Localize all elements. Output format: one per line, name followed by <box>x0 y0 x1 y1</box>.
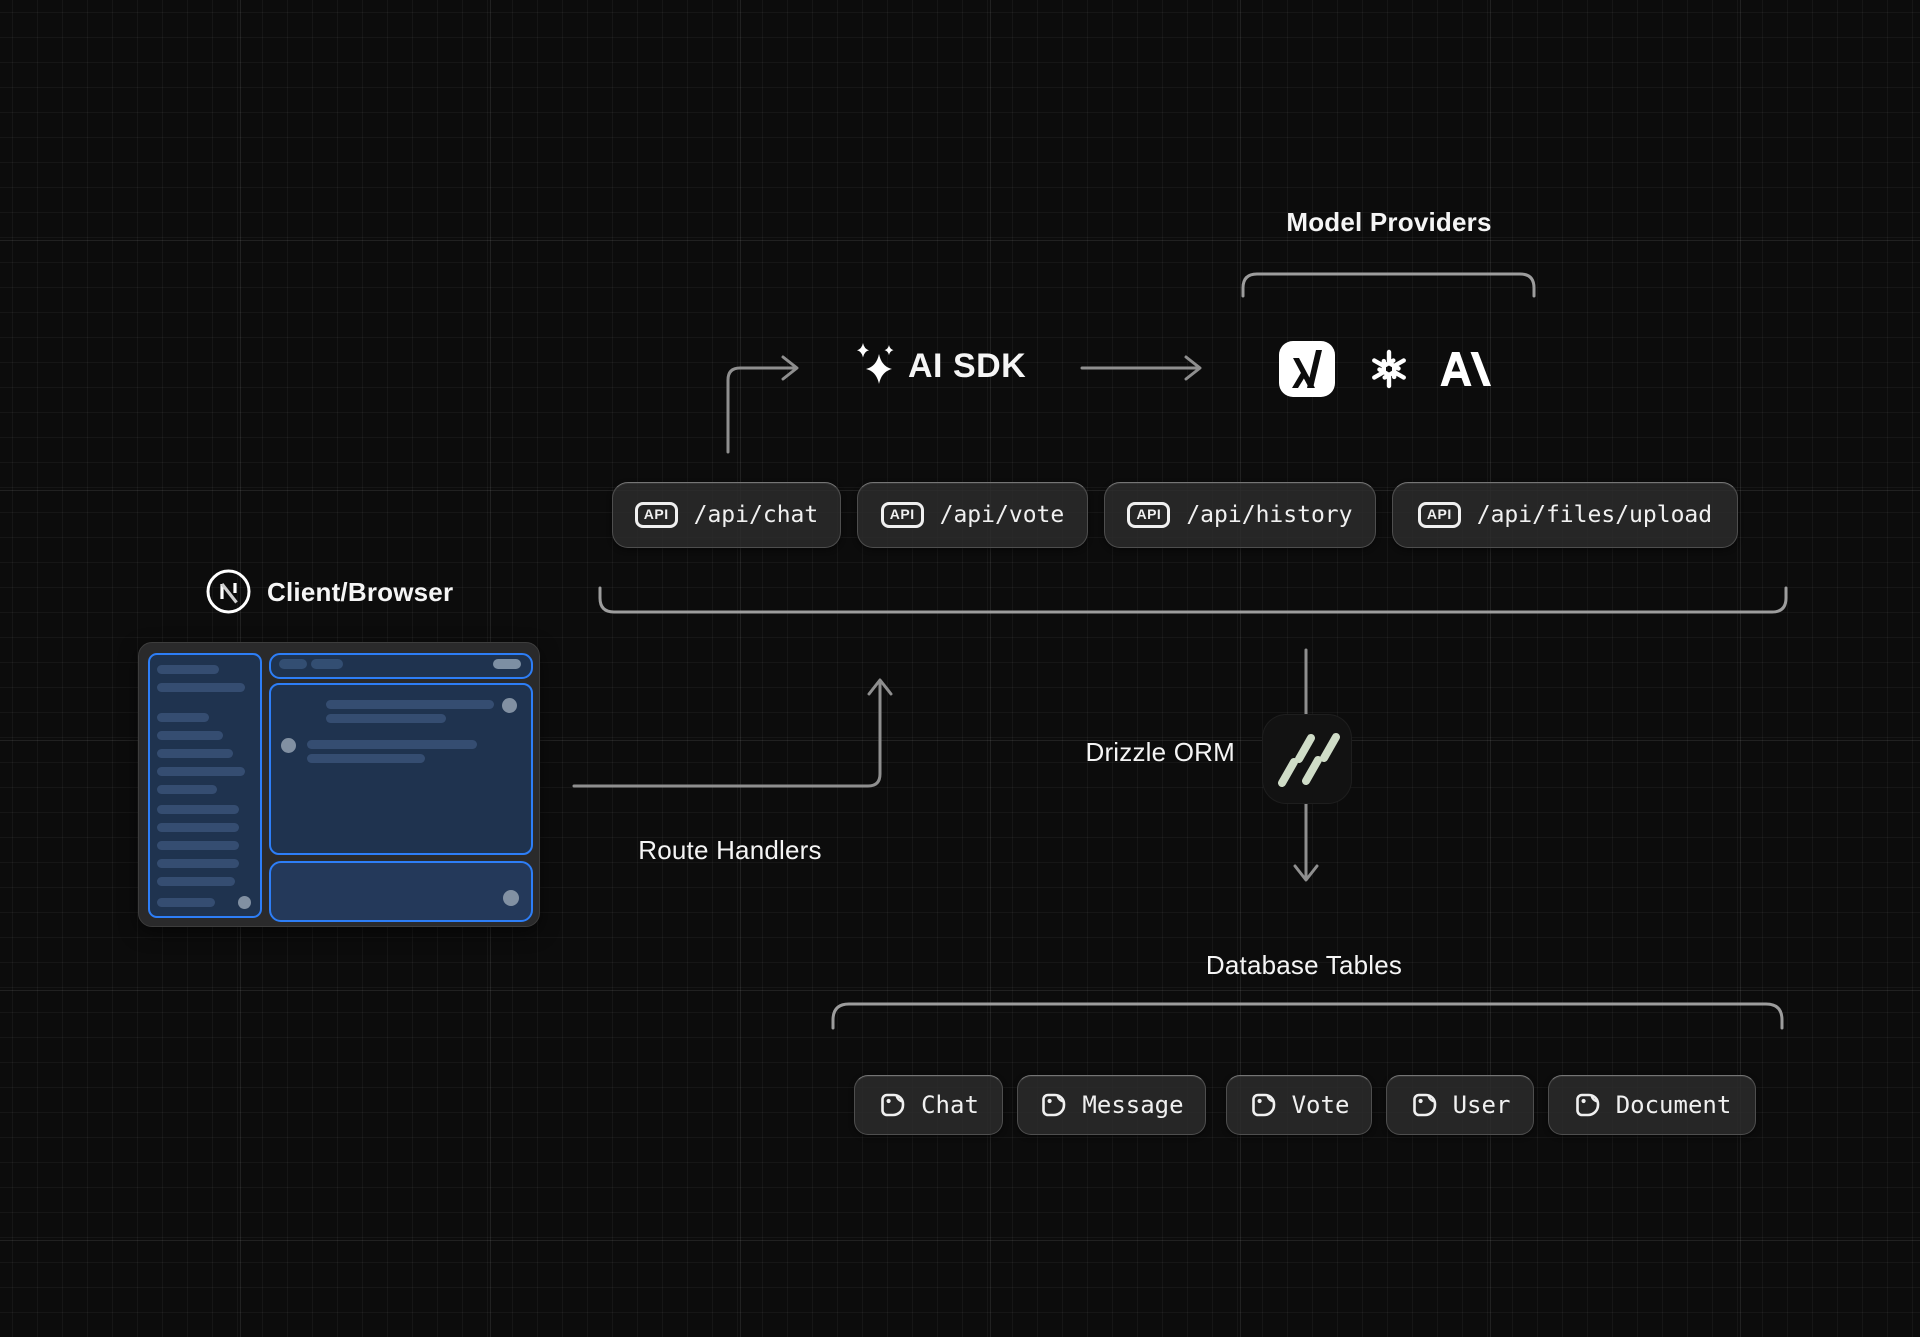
skeleton-pill <box>279 659 307 669</box>
table-icon <box>878 1090 908 1120</box>
ai-sdk-label: AI SDK <box>908 349 1026 383</box>
drizzle-orm-label: Drizzle ORM <box>1000 739 1235 765</box>
api-route-label: /api/files/upload <box>1477 502 1712 528</box>
skeleton-message-bar <box>307 740 477 749</box>
api-badge-history: API /api/history <box>1104 482 1376 548</box>
browser-input-bar <box>269 861 533 922</box>
model-providers-label: Model Providers <box>1239 209 1539 235</box>
skeleton-bar <box>157 785 217 794</box>
api-chip-icon: API <box>635 502 678 527</box>
table-badge-message: Message <box>1017 1075 1206 1135</box>
api-chip-icon: API <box>1127 502 1170 527</box>
database-tables-label: Database Tables <box>1154 952 1454 978</box>
table-name: Message <box>1082 1091 1183 1119</box>
browser-topbar <box>269 653 533 679</box>
table-name: Document <box>1616 1091 1732 1119</box>
api-routes-bracket <box>600 588 1786 612</box>
skeleton-pill <box>311 659 343 669</box>
skeleton-bar <box>157 823 239 832</box>
api-chip-icon: API <box>1418 502 1461 527</box>
skeleton-bar <box>157 898 215 907</box>
skeleton-bar <box>157 767 245 776</box>
architecture-diagram: Model Providers <box>0 0 1920 1337</box>
api-badge-chat: API /api/chat <box>612 482 841 548</box>
skeleton-bar <box>157 683 245 692</box>
table-badge-chat: Chat <box>854 1075 1003 1135</box>
browser-chat-area <box>269 683 533 855</box>
skeleton-pill <box>493 659 521 669</box>
api-badge-files-upload: API /api/files/upload <box>1392 482 1738 548</box>
table-badge-vote: Vote <box>1226 1075 1372 1135</box>
send-button-dot <box>503 890 519 906</box>
skeleton-message-bar <box>326 700 494 709</box>
browser-sidebar <box>148 653 262 918</box>
drizzle-icon <box>1262 714 1352 804</box>
table-icon <box>1039 1090 1069 1120</box>
skeleton-bar <box>157 859 239 868</box>
anthropic-icon <box>1440 352 1492 386</box>
api-route-label: /api/history <box>1186 502 1352 528</box>
xai-icon <box>1279 341 1335 397</box>
skeleton-bar <box>157 877 235 886</box>
api-badge-vote: API /api/vote <box>857 482 1088 548</box>
message-avatar <box>502 698 517 713</box>
skeleton-bar <box>157 731 223 740</box>
api-chip-icon: API <box>881 502 924 527</box>
model-providers-bracket <box>1243 274 1534 296</box>
nextjs-icon <box>205 568 252 615</box>
browser-mockup <box>138 642 540 927</box>
skeleton-bar <box>157 749 233 758</box>
user-avatar <box>238 896 251 909</box>
client-browser-label: Client/Browser <box>267 579 453 605</box>
openai-icon <box>1362 342 1416 396</box>
table-name: Vote <box>1292 1091 1350 1119</box>
database-tables-bracket <box>833 1004 1782 1028</box>
skeleton-bar <box>157 713 209 722</box>
table-icon <box>1573 1090 1603 1120</box>
table-name: User <box>1453 1091 1511 1119</box>
table-icon <box>1410 1090 1440 1120</box>
skeleton-bar <box>157 841 239 850</box>
table-badge-user: User <box>1386 1075 1534 1135</box>
table-icon <box>1249 1090 1279 1120</box>
xai-glyph <box>1279 341 1335 397</box>
arrow-apis-to-aisdk <box>728 368 795 452</box>
sparkles-icon <box>850 338 902 392</box>
skeleton-message-bar <box>307 754 425 763</box>
table-badge-document: Document <box>1548 1075 1756 1135</box>
arrow-client-to-routes <box>574 682 880 786</box>
skeleton-bar <box>157 665 219 674</box>
route-handlers-label: Route Handlers <box>620 837 840 863</box>
table-name: Chat <box>921 1091 979 1119</box>
skeleton-message-bar <box>326 714 446 723</box>
message-avatar <box>281 738 296 753</box>
api-route-label: /api/chat <box>694 502 819 528</box>
api-route-label: /api/vote <box>940 502 1065 528</box>
skeleton-bar <box>157 805 239 814</box>
